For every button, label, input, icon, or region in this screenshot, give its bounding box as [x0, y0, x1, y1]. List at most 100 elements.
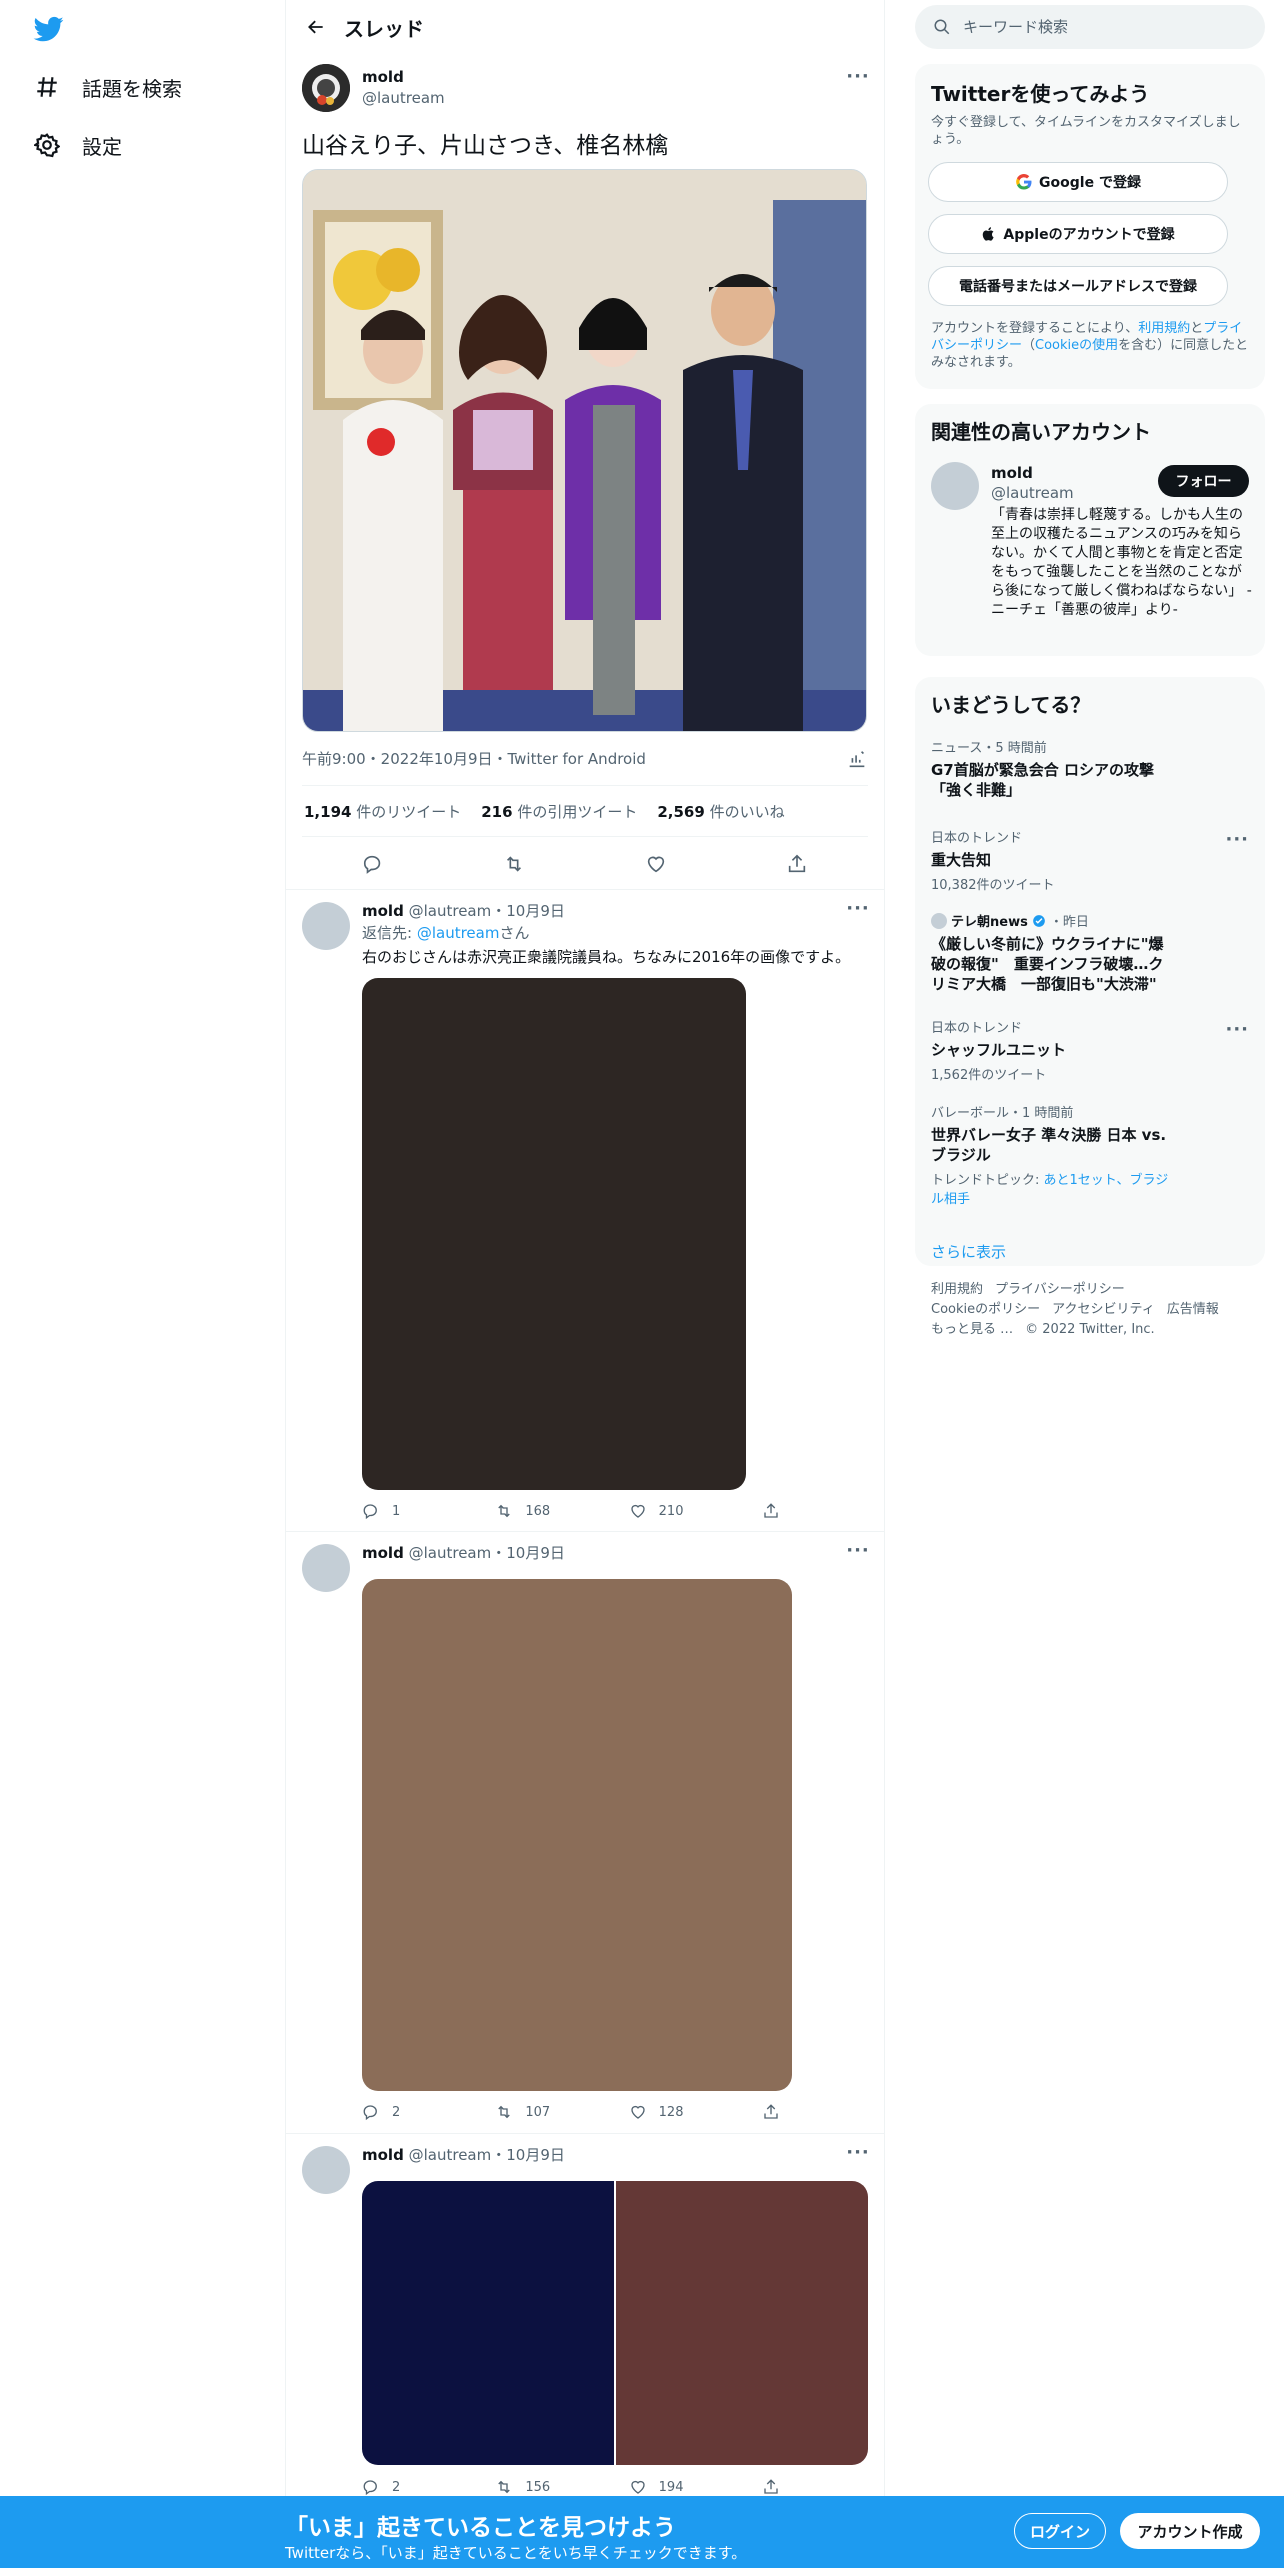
apple-signup-button[interactable]: Appleのアカウントで登録: [928, 214, 1228, 254]
terms-link[interactable]: 利用規約: [1138, 321, 1190, 336]
reply-tweet[interactable]: mold @lautream・10月9日 ··· 返信先: @lautreamさ…: [286, 889, 884, 1531]
more-options-icon[interactable]: ···: [845, 66, 871, 87]
thread-column: スレッド mold @lautream ··· 山谷えり子、片山さつき、椎名林檎: [285, 0, 885, 2568]
retweet-button[interactable]: 107: [495, 2103, 555, 2121]
share-button[interactable]: [779, 846, 815, 882]
reply-media[interactable]: [362, 978, 746, 1490]
back-button[interactable]: [298, 9, 334, 45]
reply-tweet[interactable]: mold @lautream・10月9日 ··· 2 156 194: [286, 2133, 884, 2496]
login-button[interactable]: ログイン: [1014, 2513, 1106, 2549]
reply-header: mold @lautream・10月9日: [362, 900, 565, 921]
reply-author-handle[interactable]: @lautream: [409, 2146, 492, 2164]
photo-four-people: [303, 170, 866, 731]
reply-author-name[interactable]: mold: [362, 902, 404, 920]
cookie-link[interactable]: Cookieの使用: [1035, 338, 1118, 353]
reply-author-handle[interactable]: @lautream: [409, 1544, 492, 1562]
google-signup-button[interactable]: Google で登録: [928, 162, 1228, 202]
reply-media-left[interactable]: [362, 2181, 614, 2465]
search-icon: [934, 19, 950, 35]
like-button[interactable]: [638, 846, 674, 882]
like-button[interactable]: 128: [629, 2103, 689, 2121]
share-button[interactable]: [762, 2103, 782, 2121]
share-button[interactable]: [762, 2478, 782, 2496]
trend-title: 《厳しい冬前に》ウクライナに"爆破の報復" 重要インフラ破壊…クリミア大橋 一部…: [931, 935, 1164, 993]
trend-item[interactable]: 日本のトレンド シャッフルユニット 1,562件のツイート: [931, 1017, 1231, 1083]
footer-ads-link[interactable]: 広告情報: [1167, 1302, 1219, 1317]
share-icon: [764, 1503, 778, 1518]
related-account-name[interactable]: mold: [991, 464, 1033, 482]
bottom-bar-subtitle: Twitterなら、「いま」起きていることをいち早くチェックできます。: [285, 2544, 747, 2562]
twitter-logo-icon[interactable]: [32, 14, 66, 44]
quotes-count: 216: [481, 803, 513, 821]
reply-date[interactable]: ・10月9日: [491, 1544, 565, 1562]
reply-to-line: 返信先: @lautreamさん: [362, 922, 529, 943]
search-input[interactable]: [963, 18, 1243, 36]
main-tweet-actions: [302, 846, 868, 882]
google-icon: [1016, 173, 1032, 190]
reply-avatar[interactable]: [302, 1544, 350, 1592]
more-options-icon[interactable]: ···: [1225, 1019, 1249, 1040]
reply-author-handle[interactable]: @lautream: [409, 902, 492, 920]
retweet-button[interactable]: 156: [495, 2478, 555, 2496]
reply-to-handle-link[interactable]: @lautream: [417, 924, 500, 942]
main-tweet-avatar[interactable]: [302, 64, 350, 112]
footer-cookie-link[interactable]: Cookieのポリシー: [931, 1302, 1040, 1317]
main-tweet-author-handle[interactable]: @lautream: [362, 89, 445, 107]
footer-accessibility-link[interactable]: アクセシビリティ: [1052, 1302, 1155, 1317]
more-options-icon[interactable]: ···: [845, 1540, 871, 1561]
legal-prefix: アカウントを登録することにより、: [931, 321, 1139, 336]
reply-avatar[interactable]: [302, 2146, 350, 2194]
nav-settings-label: 設定: [82, 134, 122, 159]
reply-button[interactable]: 2: [362, 2103, 422, 2121]
reply-media[interactable]: [362, 1579, 792, 2091]
footer-more-link[interactable]: もっと見る …: [931, 1322, 1013, 1337]
reply-button[interactable]: 2: [362, 2478, 422, 2496]
reply-tweet[interactable]: mold @lautream・10月9日 ··· 2 107 128: [286, 1531, 884, 2133]
trend-item[interactable]: テレ朝news ・昨日 《厳しい冬前に》ウクライナに"爆破の報復" 重要インフラ…: [931, 911, 1231, 994]
footer-copyright: © 2022 Twitter, Inc.: [1025, 1322, 1155, 1337]
news-time: ・昨日: [1049, 915, 1089, 930]
reply-author-name[interactable]: mold: [362, 1544, 404, 1562]
related-account-handle[interactable]: @lautream: [991, 484, 1074, 502]
footer-terms-link[interactable]: 利用規約: [931, 1282, 983, 1297]
reply-button[interactable]: [355, 846, 391, 882]
trend-count: 1,562件のツイート: [931, 1068, 1047, 1083]
nav-settings[interactable]: 設定: [34, 125, 122, 165]
like-button[interactable]: 210: [629, 1502, 689, 1520]
related-account-avatar[interactable]: [931, 462, 979, 510]
footer-privacy-link[interactable]: プライバシーポリシー: [995, 1282, 1125, 1297]
show-more-link[interactable]: さらに表示: [931, 1241, 1006, 1262]
trend-item[interactable]: 日本のトレンド 重大告知 10,382件のツイート: [931, 827, 1231, 893]
phone-email-signup-button[interactable]: 電話番号またはメールアドレスで登録: [928, 266, 1228, 306]
retweet-button[interactable]: [496, 846, 532, 882]
analytics-icon[interactable]: [846, 748, 868, 770]
search-box[interactable]: [915, 5, 1265, 49]
reply-media-right[interactable]: [616, 2181, 868, 2465]
bottom-bar-title: 「いま」起きていることを見つけよう: [285, 2515, 676, 2541]
reply-button[interactable]: 1: [362, 1502, 422, 1520]
thread-header: スレッド: [286, 0, 884, 54]
main-tweet-photo[interactable]: [302, 169, 867, 732]
retweet-button[interactable]: 168: [495, 1502, 555, 1520]
create-account-button[interactable]: アカウント作成: [1120, 2513, 1260, 2549]
trend-item[interactable]: ニュース・5 時間前 G7首脳が緊急会合 ロシアの攻撃「強く非難」: [931, 737, 1231, 800]
more-options-icon[interactable]: ···: [845, 898, 871, 919]
share-icon: [764, 2104, 778, 2119]
reply-author-name[interactable]: mold: [362, 2146, 404, 2164]
retweets-stat[interactable]: 1,194 件のリツイート: [304, 801, 461, 822]
main-tweet-author-name[interactable]: mold: [362, 68, 404, 86]
trend-context: バレーボール・1 時間前: [931, 1106, 1074, 1121]
divider: [302, 785, 868, 786]
quotes-stat[interactable]: 216 件の引用ツイート: [481, 801, 637, 822]
more-options-icon[interactable]: ···: [1225, 829, 1249, 850]
nav-explore[interactable]: 話題を検索: [34, 67, 182, 107]
like-button[interactable]: 194: [629, 2478, 689, 2496]
share-button[interactable]: [762, 1502, 782, 1520]
likes-stat[interactable]: 2,569 件のいいね: [657, 801, 784, 822]
follow-button[interactable]: フォロー: [1158, 465, 1249, 497]
trend-item[interactable]: バレーボール・1 時間前 世界バレー女子 準々決勝 日本 vs. ブラジル トレ…: [931, 1102, 1231, 1207]
reply-avatar[interactable]: [302, 902, 350, 950]
reply-date[interactable]: ・10月9日: [491, 902, 565, 920]
reply-date[interactable]: ・10月9日: [491, 2146, 565, 2164]
more-options-icon[interactable]: ···: [845, 2142, 871, 2163]
